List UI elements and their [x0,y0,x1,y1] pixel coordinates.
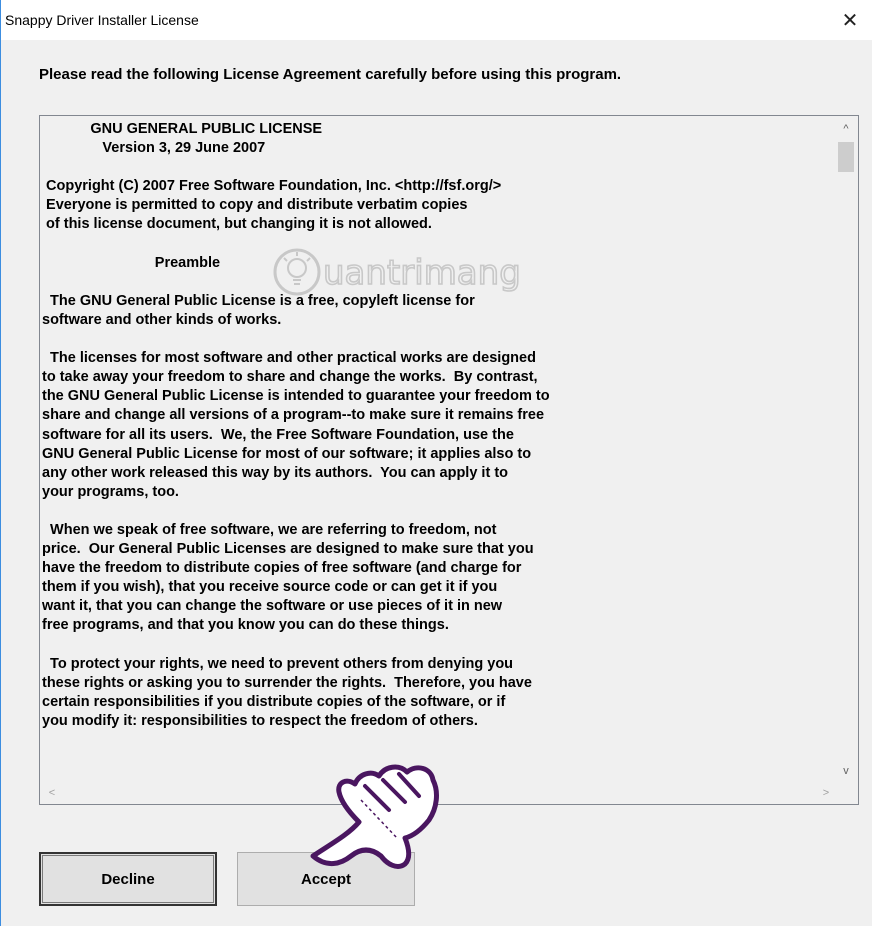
scroll-left-icon[interactable]: < [42,782,62,804]
scroll-right-icon[interactable]: > [816,782,836,804]
close-button[interactable]: ✕ [827,0,872,40]
title-bar: Snappy Driver Installer License ✕ [1,0,872,40]
close-icon: ✕ [841,9,859,32]
vertical-scrollbar[interactable]: ^ v [833,116,858,784]
license-intro-text: Please read the following License Agreem… [39,66,622,83]
accept-button[interactable]: Accept [237,852,415,906]
decline-button[interactable]: Decline [39,852,217,906]
license-dialog: Snappy Driver Installer License ✕ Please… [0,0,872,926]
scroll-up-icon[interactable]: ^ [834,118,858,140]
license-text: GNU GENERAL PUBLIC LICENSE Version 3, 29… [42,121,550,729]
horizontal-scrollbar[interactable]: < > [40,782,836,804]
vertical-scroll-thumb[interactable] [838,142,854,172]
window-title: Snappy Driver Installer License [5,12,199,28]
scroll-down-icon[interactable]: v [834,760,858,782]
license-text-area[interactable]: GNU GENERAL PUBLIC LICENSE Version 3, 29… [39,115,859,805]
